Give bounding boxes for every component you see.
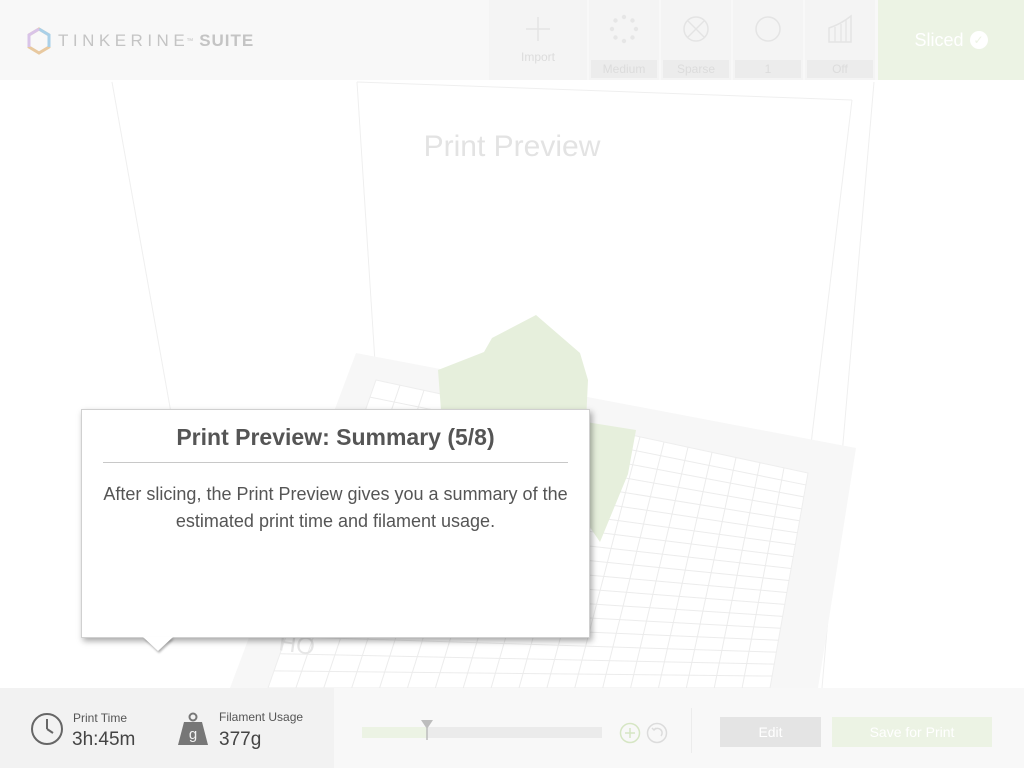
preview-title: Print Preview — [423, 130, 601, 163]
supports-button[interactable]: Off — [805, 0, 875, 80]
infill-button[interactable]: Sparse — [661, 0, 731, 80]
check-circle-icon: ✓ — [969, 31, 988, 49]
tutorial-tooltip: Print Preview: Summary (5/8) After slici… — [81, 409, 590, 638]
weight-icon-glyph: g — [189, 726, 197, 743]
app-window: TINKERINE ™ SUITE Import Medium Sparse 1… — [0, 0, 1024, 768]
shell-circle-icon — [755, 16, 781, 42]
import-label: Import — [520, 50, 555, 64]
quality-dots-icon — [609, 14, 639, 44]
quality-label: Medium — [591, 60, 657, 78]
tooltip-pointer — [143, 637, 173, 651]
add-layer-icon[interactable] — [619, 722, 641, 744]
supports-icon — [828, 14, 852, 43]
tooltip-title: Print Preview: Summary (5/8) — [176, 424, 495, 450]
quality-button[interactable]: Medium — [589, 0, 659, 80]
print-time-value: 3h:45m — [72, 729, 136, 750]
tooltip-divider — [103, 462, 568, 463]
hexagon-logo-icon — [27, 27, 51, 55]
weight-icon: g — [178, 712, 208, 745]
sliced-button[interactable]: Sliced ✓ — [878, 0, 1024, 80]
infill-pattern-icon — [683, 16, 709, 42]
layer-slider-track[interactable] — [362, 727, 602, 738]
layer-slider-fill — [362, 727, 427, 738]
print-time-label: Print Time — [73, 711, 128, 725]
brand-trademark: ™ — [186, 37, 194, 45]
filament-usage-value: 377g — [219, 729, 262, 750]
shells-label: 1 — [735, 60, 801, 78]
filament-usage-label: Filament Usage — [219, 710, 304, 724]
edit-button[interactable]: Edit — [720, 717, 821, 747]
bottom-divider — [691, 708, 692, 753]
shells-button[interactable]: 1 — [733, 0, 803, 80]
brand-suite: SUITE — [199, 31, 255, 50]
top-toolbar: TINKERINE ™ SUITE Import Medium Sparse 1… — [0, 0, 1024, 80]
infill-label: Sparse — [663, 60, 729, 78]
clock-icon — [31, 713, 63, 745]
import-button[interactable]: Import — [489, 0, 587, 80]
save-for-print-button[interactable]: Save for Print — [832, 717, 992, 747]
tinkerine-logo: TINKERINE ™ SUITE — [26, 27, 254, 55]
layer-slider-handle[interactable] — [420, 720, 433, 740]
sliced-label: Sliced — [914, 29, 964, 50]
tooltip-body: After slicing, the Print Preview gives y… — [103, 484, 568, 531]
supports-label: Off — [807, 60, 873, 78]
brand-word: TINKERINE — [58, 31, 190, 50]
plus-icon — [526, 17, 550, 41]
reset-icon[interactable] — [646, 722, 668, 744]
